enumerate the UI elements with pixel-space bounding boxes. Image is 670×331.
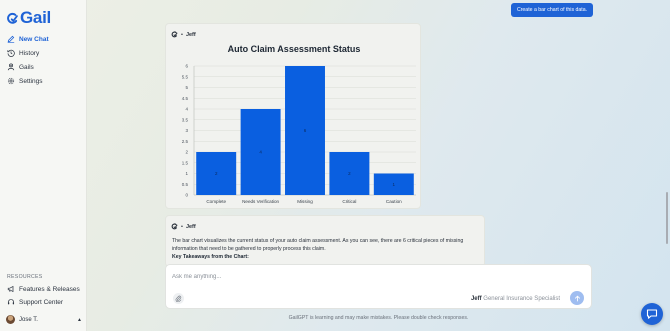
history-icon (7, 49, 15, 57)
pencil-icon (7, 35, 15, 43)
avatar (6, 315, 15, 324)
chat-composer: Jeff General Insurance Specialist (165, 264, 592, 309)
nav-new-chat[interactable]: New Chat (7, 35, 49, 43)
prompt-suggestion-button[interactable]: Create a bar chart of this data. (511, 3, 593, 17)
chart-message-card: • Jeff Auto Claim Assessment Status 0 0.5… (165, 23, 421, 209)
nav-label: History (19, 49, 40, 57)
caret-up-icon: ▲ (77, 316, 82, 323)
nav-history[interactable]: History (7, 49, 39, 57)
resource-label: Support Center (19, 298, 64, 306)
agent-role: General Insurance Specialist (483, 296, 560, 302)
gail-logo-icon (171, 223, 178, 230)
y-tick-label: 2.5 (182, 139, 189, 144)
nav-label: Gails (19, 63, 34, 71)
message-input[interactable] (172, 272, 552, 282)
logo-text: Gail (20, 8, 51, 27)
y-tick-label: 4.5 (182, 96, 189, 101)
y-tick-label: 0 (185, 193, 188, 198)
y-tick-label: 6 (185, 64, 188, 69)
nav-settings[interactable]: Settings (7, 77, 43, 85)
y-tick-label: 0.5 (182, 182, 189, 187)
user-name: Jose T. (19, 316, 38, 323)
gails-icon (7, 63, 15, 71)
x-tick-label: Critical (342, 199, 356, 204)
nav-gails[interactable]: Gails (7, 63, 34, 71)
x-tick-label: Complete (206, 199, 226, 204)
nav-label: New Chat (19, 35, 49, 43)
y-tick-label: 5.5 (182, 74, 189, 79)
megaphone-icon (7, 285, 14, 293)
author-name: Jeff (185, 223, 196, 230)
message-subheading: Key Takeaways from the Chart: (172, 254, 249, 260)
support-chat-button[interactable] (641, 303, 663, 325)
nav-label: Settings (19, 77, 43, 85)
user-menu[interactable]: Jose T. ▲ (6, 315, 82, 324)
arrow-up-icon (574, 295, 580, 301)
resource-label: Features & Releases (19, 285, 80, 293)
chat-bubble-icon (646, 309, 658, 319)
agent-name: Jeff (470, 296, 482, 302)
disclaimer: GailGPT is learning and may make mistake… (288, 315, 469, 321)
y-tick-label: 3.5 (182, 117, 189, 122)
gail-logo-icon (7, 12, 18, 24)
x-tick-label: Missing (297, 199, 313, 204)
send-button[interactable] (570, 291, 584, 305)
logo[interactable]: Gail (6, 8, 51, 28)
y-tick-label: 1.5 (182, 160, 189, 165)
bar-chart: 00.511.522.533.544.555.562Complete4Needs… (182, 64, 416, 204)
x-tick-label: Caution (386, 199, 402, 204)
x-tick-label: Needs Verification (242, 199, 279, 204)
headset-icon (7, 299, 15, 305)
y-tick-label: 5 (185, 85, 188, 90)
text-message-card: • Jeff The bar chart visualizes the curr… (165, 215, 485, 267)
resource-support-center[interactable]: Support Center (7, 298, 63, 306)
bullet: • (181, 223, 183, 230)
y-tick-label: 3 (185, 128, 188, 133)
y-tick-label: 1 (185, 171, 188, 176)
message-author: • Jeff (171, 223, 196, 230)
gear-icon (7, 77, 15, 85)
message-body: The bar chart visualizes the current sta… (172, 238, 464, 252)
sidebar: Gail New Chat History Gails Settings RES… (0, 0, 87, 331)
y-tick-label: 2 (185, 150, 188, 155)
resources-heading: RESOURCES (7, 274, 43, 280)
y-tick-label: 4 (185, 107, 188, 112)
attach-button[interactable] (173, 293, 184, 304)
agent-selector[interactable]: Jeff General Insurance Specialist (471, 296, 560, 302)
resource-features-releases[interactable]: Features & Releases (7, 285, 80, 293)
paperclip-icon (175, 295, 182, 302)
page-scrollbar[interactable] (666, 192, 668, 244)
